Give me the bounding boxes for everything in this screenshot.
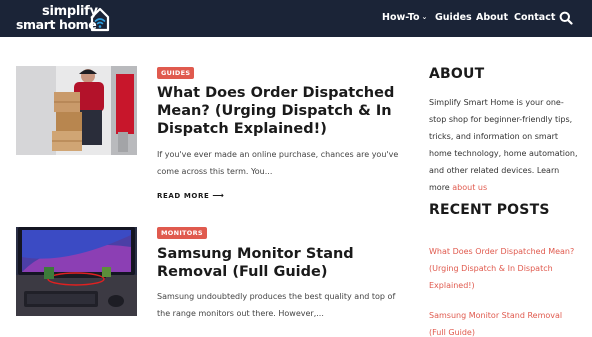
read-more-link[interactable]: READ MORE ⟶ <box>157 191 224 200</box>
about-text: Simplify Smart Home is your one-stop sho… <box>429 94 579 196</box>
delivery-person-image <box>16 66 137 155</box>
post-excerpt: If you've ever made an online purchase, … <box>157 150 399 176</box>
post-title[interactable]: What Does Order Dispatched Mean? (Urging… <box>157 84 407 138</box>
recent-posts-heading: RECENT POSTS <box>429 202 550 218</box>
logo-text-bottom: smart home <box>16 17 97 32</box>
post-title[interactable]: Samsung Monitor Stand Removal (Full Guid… <box>157 245 407 281</box>
search-icon[interactable] <box>559 11 573 25</box>
nav-contact[interactable]: Contact <box>514 12 555 23</box>
category-badge[interactable]: GUIDES <box>157 67 195 79</box>
recent-post-link[interactable]: What Does Order Dispatched Mean? (Urging… <box>429 243 579 294</box>
read-more-label: READ MORE <box>157 192 210 200</box>
category-badge[interactable]: MONITORS <box>157 227 207 239</box>
nav-guides[interactable]: Guides <box>435 12 472 23</box>
house-wifi-icon <box>90 7 110 32</box>
arrow-right-icon: ⟶ <box>212 191 225 200</box>
about-us-link[interactable]: about us <box>452 183 487 192</box>
monitor-desk-image <box>16 227 137 316</box>
nav-how-to-label: How-To <box>382 12 420 23</box>
post-thumbnail-monitor[interactable] <box>16 227 137 316</box>
recent-post-link[interactable]: Samsung Monitor Stand Removal (Full Guid… <box>429 307 579 337</box>
post-excerpt: Samsung undoubtedly produces the best qu… <box>157 292 396 318</box>
site-header: simplify smart home How-To ⌄ Guides About… <box>0 0 592 37</box>
chevron-down-icon: ⌄ <box>421 13 428 21</box>
nav-how-to[interactable]: How-To ⌄ <box>382 12 427 23</box>
about-heading: ABOUT <box>429 66 485 82</box>
post-thumbnail-delivery[interactable] <box>16 66 137 155</box>
nav-about[interactable]: About <box>476 12 508 23</box>
about-text-body: Simplify Smart Home is your one-stop sho… <box>429 98 578 192</box>
